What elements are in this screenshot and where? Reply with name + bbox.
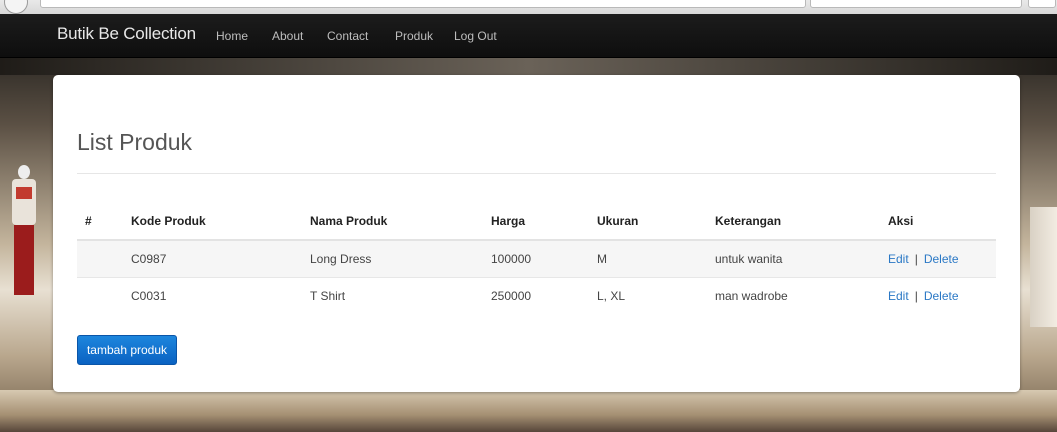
- edit-link[interactable]: Edit: [888, 289, 909, 303]
- delete-link[interactable]: Delete: [924, 252, 959, 266]
- header-ukuran: Ukuran: [589, 203, 707, 241]
- browser-toolbar: [0, 0, 1057, 15]
- action-separator: |: [914, 252, 918, 266]
- table-row: C0031 T Shirt 250000 L, XL man wadrobe E…: [77, 277, 996, 314]
- header-keterangan: Keterangan: [707, 203, 880, 241]
- cell-number: [77, 239, 123, 278]
- cell-keterangan: man wadrobe: [707, 277, 880, 314]
- product-table: # Kode Produk Nama Produk Harga Ukuran K…: [77, 203, 996, 314]
- mannequin-image-right: [1030, 207, 1057, 327]
- brand-link[interactable]: Butik Be Collection: [57, 24, 196, 44]
- nav-logout[interactable]: Log Out: [454, 29, 497, 43]
- header-nama-produk: Nama Produk: [302, 203, 483, 241]
- nav-about[interactable]: About: [272, 29, 303, 43]
- browser-search-bar[interactable]: [810, 0, 1022, 8]
- cell-harga: 100000: [483, 239, 589, 278]
- cell-aksi: Edit | Delete: [880, 277, 996, 314]
- action-separator: |: [914, 289, 918, 303]
- delete-link[interactable]: Delete: [924, 289, 959, 303]
- nav-produk[interactable]: Produk: [395, 29, 433, 43]
- header-harga: Harga: [483, 203, 589, 241]
- browser-menu-button[interactable]: [1028, 0, 1056, 8]
- header-number: #: [77, 203, 123, 241]
- cell-aksi: Edit | Delete: [880, 239, 996, 278]
- cell-keterangan: untuk wanita: [707, 239, 880, 278]
- cell-ukuran: L, XL: [589, 277, 707, 314]
- cell-nama-produk: Long Dress: [302, 239, 483, 278]
- address-bar[interactable]: [40, 0, 806, 8]
- back-button[interactable]: [4, 0, 28, 14]
- cell-harga: 250000: [483, 277, 589, 314]
- cell-number: [77, 277, 123, 314]
- page-title: List Produk: [77, 129, 193, 155]
- header-kode-produk: Kode Produk: [123, 203, 302, 241]
- mannequin-image: [4, 165, 44, 325]
- edit-link[interactable]: Edit: [888, 252, 909, 266]
- content-card: List Produk # Kode Produk Nama Produk Ha…: [53, 75, 1020, 392]
- divider: [77, 173, 996, 174]
- tambah-produk-button[interactable]: tambah produk: [77, 335, 177, 365]
- table-row: C0987 Long Dress 100000 M untuk wanita E…: [77, 239, 996, 278]
- cell-kode-produk: C0031: [123, 277, 302, 314]
- nav-contact[interactable]: Contact: [327, 29, 368, 43]
- cell-ukuran: M: [589, 239, 707, 278]
- cell-nama-produk: T Shirt: [302, 277, 483, 314]
- top-navbar: Butik Be Collection Home About Contact P…: [0, 14, 1057, 58]
- nav-home[interactable]: Home: [216, 29, 248, 43]
- header-aksi: Aksi: [880, 203, 996, 241]
- table-header-row: # Kode Produk Nama Produk Harga Ukuran K…: [77, 203, 996, 241]
- cell-kode-produk: C0987: [123, 239, 302, 278]
